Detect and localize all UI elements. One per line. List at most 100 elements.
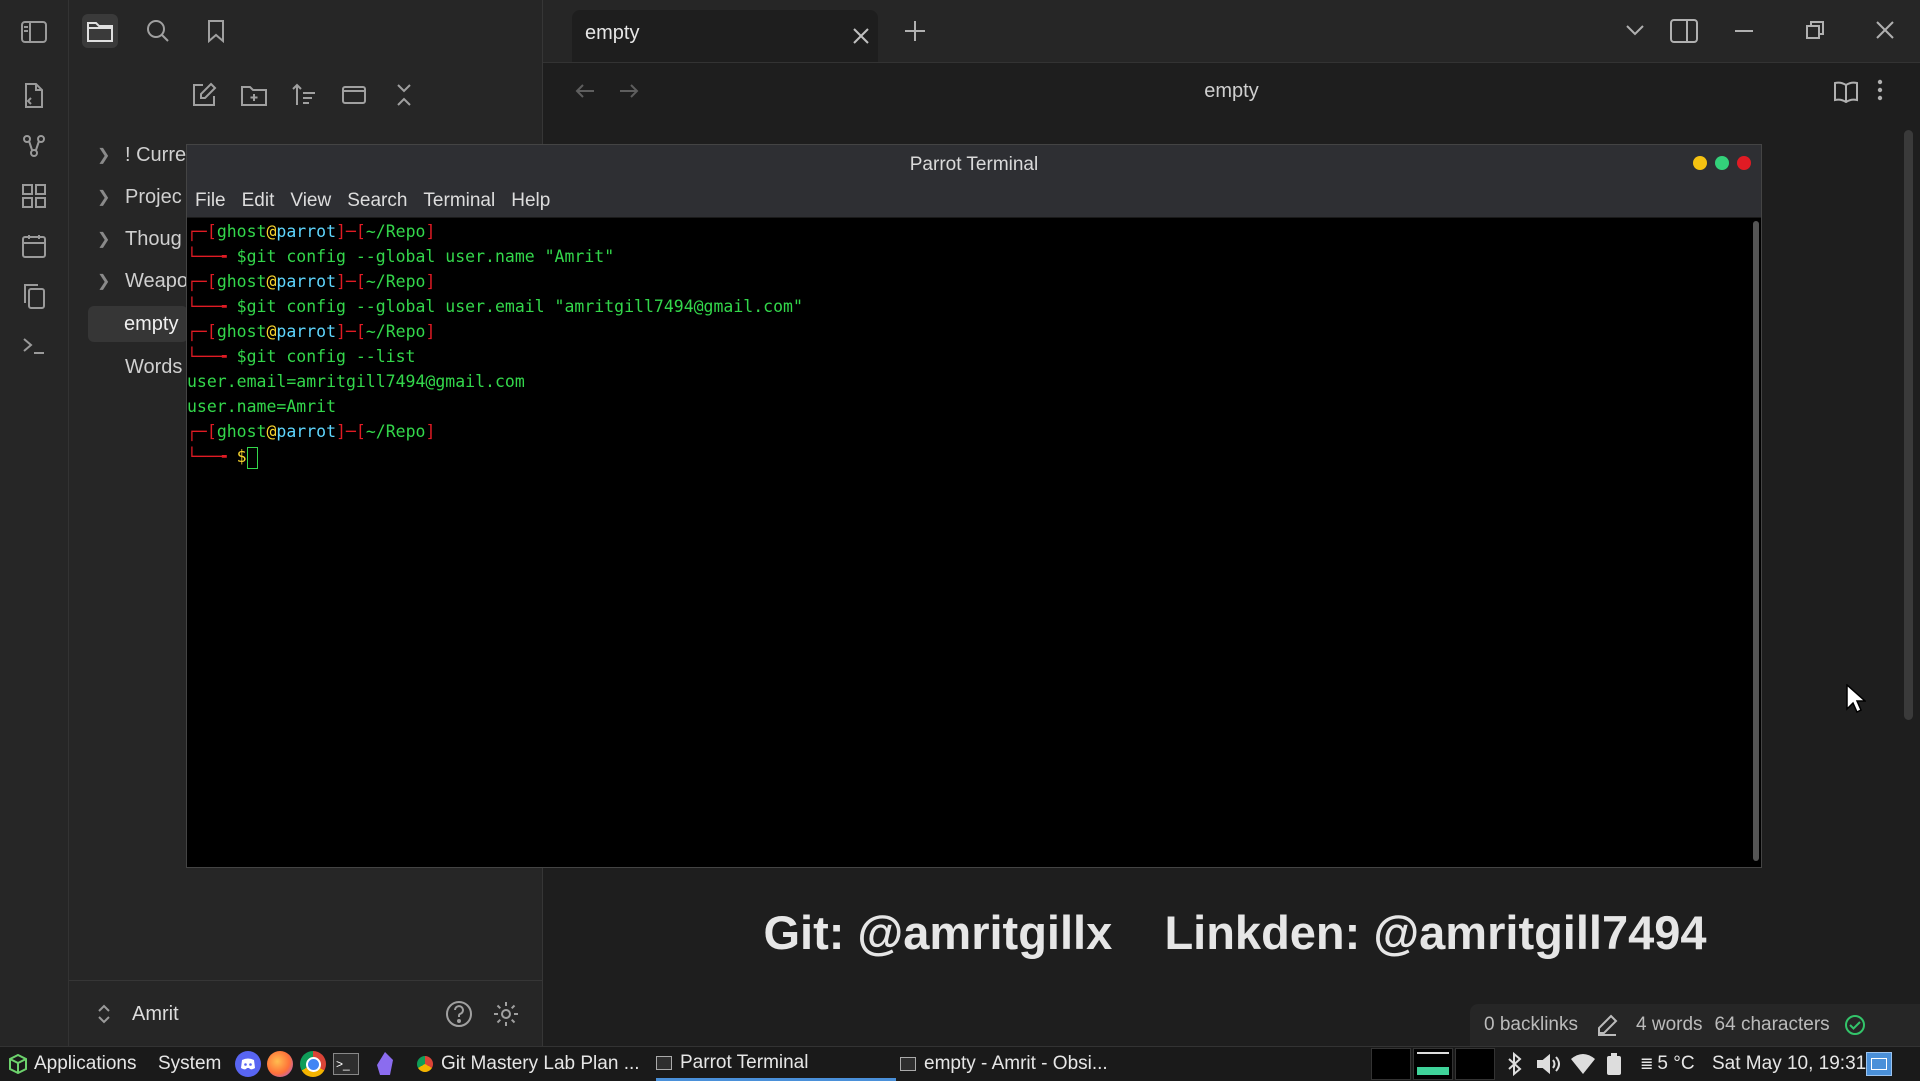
collapse-all-icon[interactable] [387,78,421,112]
note-title[interactable]: empty [543,80,1920,103]
folder-label: Weapo [125,269,189,292]
menu-view[interactable]: View [290,190,331,212]
files-tab-icon[interactable] [82,14,118,48]
prompt-line: ┌─[ghost@parrot]─[~/Repo] [187,422,436,441]
restore-icon[interactable] [1806,21,1824,39]
menu-terminal[interactable]: Terminal [423,190,495,212]
wind-icon: ≣ [1640,1056,1654,1073]
backlinks-count[interactable]: 0 backlinks [1484,1014,1578,1036]
copy-icon[interactable] [18,280,50,312]
minimize-dot-icon[interactable] [1693,156,1707,170]
menu-file[interactable]: File [195,190,226,212]
prompt-line: ┌─[ghost@parrot]─[~/Repo] [187,322,436,341]
minimize-icon[interactable] [1735,30,1753,32]
editor-scrollbar[interactable] [1904,130,1913,720]
command-line: └──╼ $ [187,444,258,469]
show-desktop-icon[interactable] [1866,1047,1892,1081]
terminal-scrollbar[interactable] [1753,221,1759,861]
menu-edit[interactable]: Edit [242,190,275,212]
terminal-titlebar[interactable]: Parrot Terminal [187,145,1761,185]
output-line: user.email=amritgill7494@gmail.com [187,372,525,391]
graph-view-icon[interactable] [18,130,50,162]
sync-check-icon[interactable] [1844,1014,1866,1036]
weather-widget[interactable]: ≣ 5 °C [1640,1047,1695,1081]
folder-label: ! Curre [125,143,187,166]
chevron-right-icon: ❯ [97,231,111,248]
system-menu[interactable]: System [158,1047,221,1081]
search-tab-icon[interactable] [140,14,176,48]
folder-label: Thoug [125,227,182,250]
terminal-title: Parrot Terminal [909,154,1039,175]
chevron-right-icon: ❯ [97,273,111,290]
tab-list-chevron-icon[interactable] [1625,24,1645,36]
menu-search[interactable]: Search [347,190,407,212]
right-sidebar-toggle-icon[interactable] [1670,19,1698,43]
bluetooth-icon[interactable] [1508,1047,1522,1081]
bookmarks-tab-icon[interactable] [198,14,234,48]
new-tab-icon[interactable] [904,20,926,42]
close-window-icon[interactable] [1876,21,1894,39]
taskbar-window-terminal[interactable]: Parrot Terminal [656,1047,896,1081]
new-note-icon[interactable] [187,78,221,112]
obsidian-icon[interactable] [375,1047,395,1081]
terminal-window[interactable]: Parrot Terminal File Edit View Search Te… [186,144,1762,868]
reading-view-icon[interactable] [1833,81,1859,103]
taskbar-window-obsidian[interactable]: empty - Amrit - Obsi... [900,1047,1108,1081]
tab-title: empty [585,22,640,44]
prompt-line: ┌─[ghost@parrot]─[~/Repo] [187,222,436,241]
command-line: └──╼ $git config --global user.name "Amr… [187,247,615,266]
edit-mode-icon[interactable] [1596,1014,1618,1036]
text-cursor [246,446,258,469]
firefox-icon[interactable] [267,1047,293,1081]
command-line: └──╼ $git config --list [187,347,416,366]
terminal-menubar: File Edit View Search Terminal Help [187,185,1761,218]
prompt-line: ┌─[ghost@parrot]─[~/Repo] [187,272,436,291]
chevron-right-icon: ❯ [97,189,111,206]
note-header: empty [543,63,1920,119]
file-label: empty [124,312,179,335]
battery-icon[interactable] [1606,1047,1622,1081]
terminal-launcher-icon[interactable]: >_ [333,1047,359,1081]
calendar-icon[interactable] [18,230,50,262]
word-count: 4 words [1636,1014,1703,1035]
taskbar-window-chrome[interactable]: Git Mastery Lab Plan ... [417,1047,640,1081]
status-bar: 0 backlinks 4 words 64 characters [1470,1004,1920,1046]
taskbar: Applications System >_ Git Mastery Lab P… [0,1046,1920,1081]
volume-icon[interactable] [1536,1047,1562,1081]
mouse-pointer-icon [1846,684,1866,714]
clock[interactable]: Sat May 10, 19:31 [1712,1047,1866,1081]
canvas-icon[interactable] [18,180,50,212]
menu-help[interactable]: Help [511,190,550,212]
folder-label: Projec [125,185,182,208]
vault-bar: Amrit [69,980,542,1047]
terminal-output[interactable]: ┌─[ghost@parrot]─[~/Repo] └──╼ $git conf… [187,217,1749,867]
command-palette-icon[interactable] [18,330,50,362]
applications-menu[interactable]: Applications [8,1047,136,1081]
settings-gear-icon[interactable] [492,1000,520,1028]
workspace-pager[interactable] [1371,1047,1495,1081]
linkedin-handle: Linkden: @amritgill7494 [1164,906,1707,959]
vault-switcher-icon[interactable] [97,1003,111,1025]
discord-icon[interactable] [235,1047,261,1081]
file-item-active[interactable]: empty [88,306,188,342]
tab-bar: empty [543,0,1920,63]
open-file-icon[interactable] [18,80,50,112]
tab-empty[interactable]: empty [572,10,878,62]
output-line: user.name=Amrit [187,397,337,416]
more-options-icon[interactable] [1877,79,1883,101]
auto-reveal-icon[interactable] [337,78,371,112]
help-icon[interactable] [445,1000,473,1028]
close-tab-icon[interactable] [852,27,870,45]
vault-name[interactable]: Amrit [132,1003,179,1026]
chrome-icon[interactable] [300,1047,326,1081]
chevron-right-icon: ❯ [97,147,111,164]
file-label: Words [125,355,183,378]
maximize-dot-icon[interactable] [1715,156,1729,170]
wifi-icon[interactable] [1570,1047,1596,1081]
ribbon [0,0,69,1046]
sidebar-toggle-icon[interactable] [18,16,50,48]
sort-icon[interactable] [287,78,321,112]
new-folder-icon[interactable] [237,78,271,112]
char-count: 64 characters [1714,1014,1830,1035]
close-dot-icon[interactable] [1737,156,1751,170]
